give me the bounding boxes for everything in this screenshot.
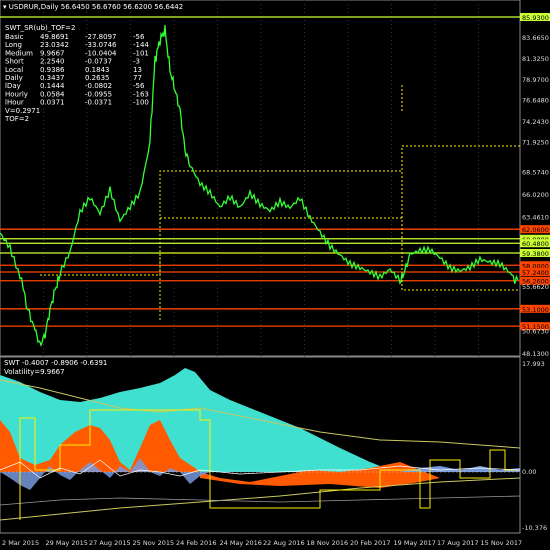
time-axis-label: 19 May 2017 (394, 539, 436, 547)
time-axis: 2 Mar 2015 29 May 2015 27 Aug 2015 25 Nov 2… (2, 539, 522, 547)
price-axis: 85.9300 83.6650 81.3250 78.9700 76.6480 74.24… (520, 13, 550, 358)
stats-row-label: Hourly (5, 90, 28, 98)
level-tag-label: 53.1000 (522, 306, 549, 314)
sub-axis-bottom: -10.376 (522, 524, 547, 532)
chart-title: ▾ USDRUR,Daily 56.6450 56.6760 56.6200 5… (3, 3, 183, 11)
stats-row-v2: 0.1843 (85, 66, 110, 74)
time-axis-label: 22 Aug 2016 (263, 539, 305, 547)
stats-row-v3: -144 (133, 41, 149, 49)
stats-row-v3: 13 (133, 66, 142, 74)
time-axis-label: 18 Nov 2016 (307, 539, 349, 547)
stats-row-v2: -0.0371 (85, 99, 112, 107)
stats-footer: V=0.2971 (5, 107, 40, 115)
chart-root: ▾ USDRUR,Daily 56.6450 56.6760 56.6200 5… (0, 0, 550, 547)
stats-row-v2: -0.0955 (85, 90, 112, 98)
stats-row-v1: 2.2540 (40, 58, 65, 66)
stats-row-v1: 0.0371 (40, 99, 65, 107)
stats-row-label: Daily (5, 74, 23, 82)
stats-row-v1: 23.0342 (40, 41, 69, 49)
stats-row-label: Long (5, 41, 22, 49)
stats-row-label: Local (5, 66, 23, 74)
stats-row-v1: 0.3437 (40, 74, 65, 82)
level-tag-label: 59.3800 (522, 250, 549, 258)
axis-tick-label: 81.3250 (522, 55, 549, 63)
time-axis-label: 24 Feb 2016 (176, 539, 216, 547)
symbol-label: USDRUR,Daily (9, 3, 59, 11)
stats-row-v1: 0.9386 (40, 66, 65, 74)
sub-volatility: Volatility=9.9667 (4, 368, 65, 376)
time-axis-label: 2 Mar 2015 (2, 539, 39, 547)
stats-row-label: Short (5, 58, 24, 66)
stats-row-v1: 9.9667 (40, 49, 65, 57)
stats-row-v1: 49.8691 (40, 33, 69, 41)
stats-row-label: Basic (5, 33, 24, 41)
axis-tick-label: 66.0200 (522, 191, 549, 199)
stats-row-v2: -33.0746 (85, 41, 117, 49)
level-tag-label: 57.2400 (522, 269, 549, 277)
stats-row-v2: -0.0737 (85, 58, 112, 66)
sub-axis-top: 17.993 (522, 360, 545, 368)
axis-tick-label: 76.6480 (522, 97, 549, 105)
stats-row-v3: 77 (133, 74, 142, 82)
time-axis-label: 25 Nov 2015 (133, 539, 175, 547)
stats-row-v2: -27.8097 (85, 33, 116, 41)
time-axis-label: 27 Aug 2015 (89, 539, 131, 547)
axis-tick-label: 71.9250 (522, 138, 549, 146)
stats-row-v2: 0.2635 (85, 74, 110, 82)
time-axis-label: 24 May 2016 (220, 539, 262, 547)
stats-row-label: Medium (5, 49, 33, 57)
main-panel-frame (0, 0, 521, 357)
stats-footer: TOF=2 (4, 115, 29, 123)
axis-tick-label: 50.6730 (522, 327, 549, 335)
axis-tick-label: 48.1300 (522, 350, 549, 358)
stats-row-v2: -0.0802 (85, 82, 112, 90)
time-axis-label: 17 Aug 2017 (437, 539, 479, 547)
stats-row-v3: -101 (133, 49, 149, 57)
dropdown-icon[interactable]: ▾ (3, 3, 7, 11)
time-axis-label: 15 Nov 2017 (481, 539, 523, 547)
sub-header: SWT -0.4007 -0.8906 -0.6391 (4, 359, 107, 367)
time-axis-label: 20 Feb 2017 (350, 539, 390, 547)
stats-row-v3: -100 (133, 99, 149, 107)
axis-tick-label: 78.9700 (522, 76, 549, 84)
stats-row-label: lDay (5, 82, 21, 90)
time-axis-label: 29 May 2015 (46, 539, 88, 547)
stats-row-v3: -3 (133, 58, 140, 66)
stats-row-v2: -10.0404 (85, 49, 117, 57)
stats-row-label: lHour (5, 99, 24, 107)
indicator-name: SWT_SR(ub)_TOF=2 (5, 24, 75, 32)
ohlc-label: 56.6450 56.6760 56.6200 56.6442 (61, 3, 183, 11)
level-tag-label: 62.0600 (522, 226, 549, 234)
stats-row-v1: 0.1444 (40, 82, 65, 90)
axis-tick-label: 63.4610 (522, 214, 549, 222)
stats-row-v3: -56 (133, 33, 145, 41)
stats-row-v3: -56 (133, 82, 145, 90)
axis-tick-label: 83.6650 (522, 34, 549, 42)
sub-axis-zero: 0.00 (522, 468, 536, 476)
level-tag-label: 60.4800 (522, 240, 549, 248)
level-tag-label: 85.9300 (522, 14, 549, 22)
axis-tick-label: 68.5740 (522, 168, 549, 176)
stats-row-v3: -163 (133, 90, 149, 98)
axis-tick-label: 74.2430 (522, 118, 549, 126)
axis-tick-label: 55.6620 (522, 283, 549, 291)
stats-row-v1: 0.0584 (40, 90, 65, 98)
